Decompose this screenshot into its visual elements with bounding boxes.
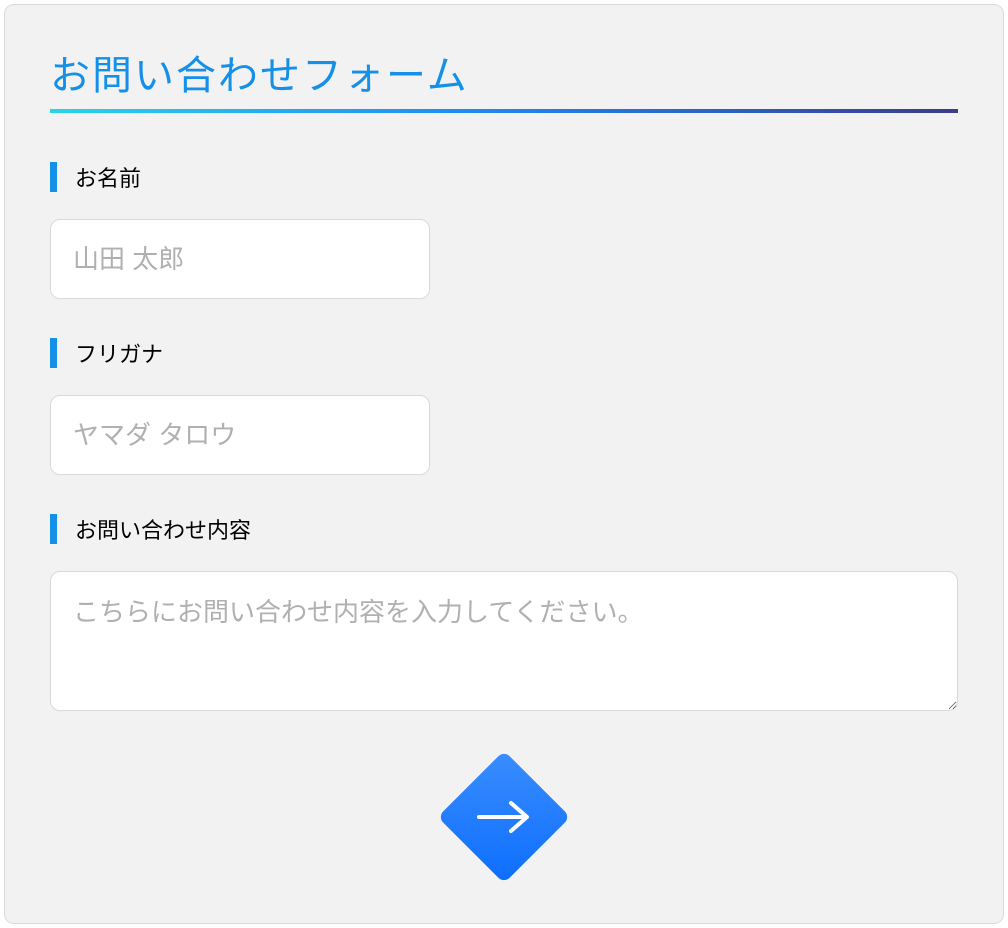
contact-form-card: お問い合わせフォーム お名前 フリガナ お問い合わせ内容 (4, 4, 1004, 924)
furigana-label-row: フリガナ (50, 337, 958, 369)
label-accent-bar (50, 514, 57, 544)
name-label-row: お名前 (50, 161, 958, 193)
furigana-input[interactable] (50, 395, 430, 475)
furigana-field-group: フリガナ (50, 337, 958, 475)
inquiry-field-group: お問い合わせ内容 (50, 513, 958, 716)
name-input[interactable] (50, 219, 430, 299)
submit-diamond-shape (438, 751, 571, 884)
inquiry-label-row: お問い合わせ内容 (50, 513, 958, 545)
title-underline (50, 109, 958, 113)
inquiry-textarea[interactable] (50, 571, 958, 711)
submit-container (50, 758, 958, 876)
submit-button[interactable] (445, 758, 563, 876)
name-label: お名前 (75, 161, 141, 193)
name-field-group: お名前 (50, 161, 958, 299)
inquiry-label: お問い合わせ内容 (75, 513, 251, 545)
furigana-label: フリガナ (75, 337, 163, 369)
label-accent-bar (50, 338, 57, 368)
form-title: お問い合わせフォーム (50, 43, 958, 101)
label-accent-bar (50, 162, 57, 192)
